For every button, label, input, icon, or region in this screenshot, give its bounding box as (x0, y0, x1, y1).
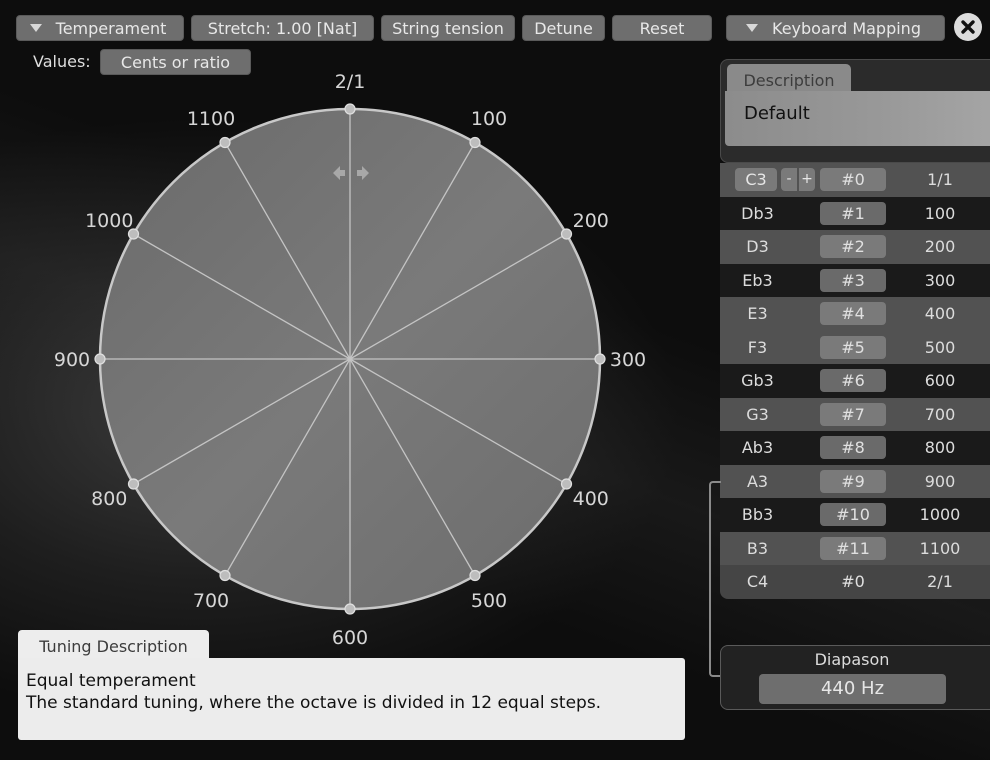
mapping-row: C4 #0 2/1 (720, 565, 990, 599)
interval-value[interactable]: 900 (900, 465, 980, 498)
mapping-row: F3 #5 500 (720, 330, 990, 364)
key-button: #0 (841, 572, 865, 591)
diapason-value: 440 Hz (820, 678, 885, 699)
note-name: G3 (746, 404, 769, 424)
diapason-label: Diapason (814, 650, 890, 669)
step-label: 400 (573, 488, 609, 510)
key-button[interactable]: #0 (820, 168, 886, 191)
tuning-description-tab-label: Tuning Description (39, 636, 188, 656)
mapping-table: C3- + #0 1/1 Db3 #1 100 D3 #2 200 Eb3 #3 300 E3 #4 400 F… (720, 163, 990, 599)
diapason-input[interactable]: 440 Hz (759, 674, 946, 704)
key-button[interactable]: #7 (820, 402, 886, 426)
interval-value[interactable]: 800 (900, 431, 980, 464)
key-button[interactable]: #10 (820, 503, 886, 526)
step-handle[interactable] (219, 569, 231, 582)
step-label: 2/1 (335, 71, 366, 93)
step-label: 500 (471, 590, 507, 612)
note-name: F3 (747, 337, 768, 357)
interval-value[interactable]: 700 (900, 398, 980, 431)
note-name: A3 (746, 471, 769, 491)
mapping-row: G3 #7 700 (720, 397, 990, 431)
step-label: 100 (471, 108, 507, 130)
mapping-row: Bb3 #10 1000 (720, 498, 990, 532)
description-field[interactable]: Default (725, 91, 990, 146)
key-button[interactable]: #3 (820, 268, 886, 292)
bracket-connector (709, 481, 721, 677)
step-label: 700 (193, 590, 229, 612)
triangle-down-icon (746, 24, 759, 32)
key-button[interactable]: #1 (820, 201, 886, 225)
note-name: Eb3 (742, 270, 773, 290)
key-button[interactable]: #6 (820, 369, 886, 392)
note-name: Db3 (741, 203, 774, 223)
step-handle[interactable] (94, 353, 106, 365)
description-value: Default (744, 103, 810, 124)
interval-value[interactable]: 500 (900, 331, 980, 364)
tuning-description-text: The standard tuning, where the octave is… (26, 693, 602, 713)
interval-value[interactable]: 2/1 (900, 565, 980, 598)
key-button[interactable]: #8 (820, 436, 886, 459)
mapping-row: A3 #9 900 (720, 464, 990, 498)
mapping-row: E3 #4 400 (720, 297, 990, 331)
note-name: Ab3 (741, 438, 774, 457)
interval-value[interactable]: 1100 (900, 532, 980, 565)
step-handle[interactable] (560, 228, 573, 240)
step-handle[interactable] (469, 569, 481, 582)
step-handle[interactable] (344, 103, 356, 115)
interval-value[interactable]: 600 (900, 364, 980, 397)
note-button[interactable]: C3 (735, 168, 777, 191)
key-button[interactable]: #9 (820, 469, 886, 493)
step-handle[interactable] (560, 478, 573, 490)
interval-value[interactable]: 1/1 (900, 163, 980, 196)
mapping-row: Gb3 #6 600 (720, 364, 990, 398)
mapping-row: C3- + #0 1/1 (720, 163, 990, 197)
step-label: 1100 (187, 108, 235, 130)
close-button[interactable] (954, 13, 982, 41)
key-button[interactable]: #2 (820, 235, 886, 258)
description-tab-label: Description (743, 70, 835, 90)
tuning-wheel[interactable]: 2/1 100 200 300 400 500 600 700 800 900 1000 1100 (0, 0, 720, 650)
interval-value[interactable]: 100 (900, 197, 980, 230)
keyboard-mapping-dropdown[interactable]: Keyboard Mapping (726, 15, 945, 41)
note-name: D3 (746, 237, 769, 256)
interval-value[interactable]: 400 (900, 297, 980, 330)
key-button[interactable]: #11 (820, 536, 886, 560)
step-handle[interactable] (219, 136, 231, 149)
note-name: Gb3 (741, 371, 774, 390)
note-name: B3 (746, 538, 769, 558)
key-button[interactable]: #5 (820, 335, 886, 359)
note-name: C4 (746, 572, 769, 591)
mapping-row: Db3 #1 100 (720, 196, 990, 230)
note-name: E3 (747, 304, 768, 323)
mapping-row: Ab3 #8 800 (720, 431, 990, 465)
note-name: Bb3 (741, 505, 774, 524)
step-label: 1000 (85, 210, 133, 232)
tuning-description-body: Equal temperament The standard tuning, w… (18, 658, 685, 740)
step-label: 900 (54, 349, 90, 371)
transpose-up-button[interactable]: + (799, 168, 815, 191)
mapping-row: B3 #11 1100 (720, 531, 990, 565)
transpose-down-button[interactable]: - (781, 168, 797, 191)
step-label: 200 (573, 210, 609, 232)
step-handle[interactable] (344, 603, 356, 615)
interval-value[interactable]: 200 (900, 230, 980, 263)
mapping-row: Eb3 #3 300 (720, 263, 990, 297)
step-handle[interactable] (127, 478, 140, 490)
interval-value[interactable]: 300 (900, 264, 980, 297)
step-handle[interactable] (594, 353, 606, 365)
step-handle[interactable] (469, 136, 481, 149)
key-button[interactable]: #4 (820, 302, 886, 325)
close-icon (961, 20, 975, 34)
keyboard-mapping-label: Keyboard Mapping (772, 18, 921, 38)
step-label: 600 (332, 627, 368, 649)
tuning-description-title: Equal temperament (26, 671, 196, 691)
step-label: 300 (610, 349, 646, 371)
step-label: 800 (91, 488, 127, 510)
mapping-row: D3 #2 200 (720, 230, 990, 264)
interval-value[interactable]: 1000 (900, 498, 980, 531)
